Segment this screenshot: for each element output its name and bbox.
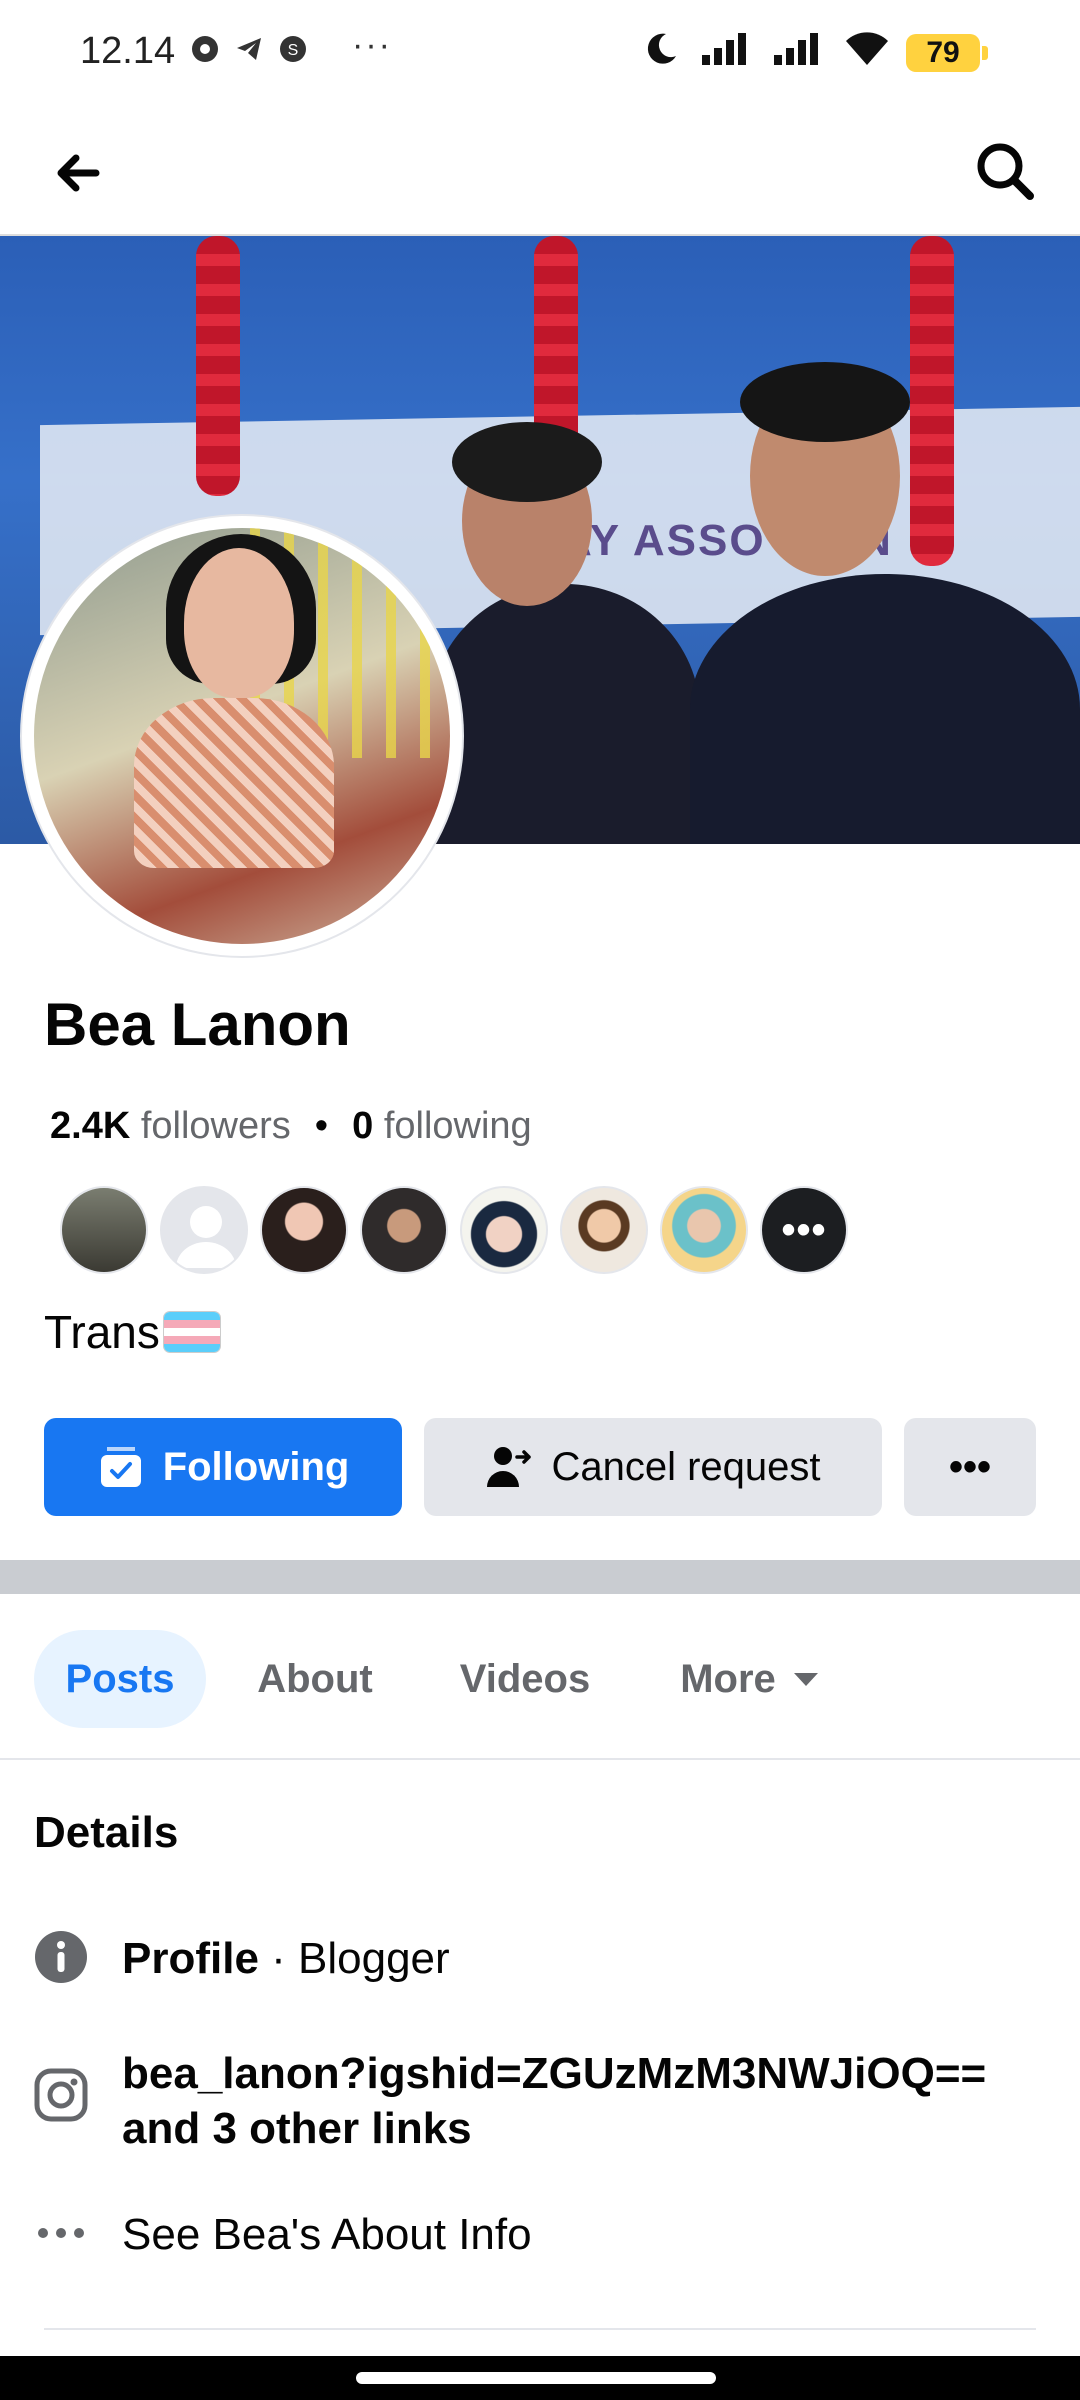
other-links[interactable]: and 3 other links bbox=[122, 2101, 986, 2156]
cover-garland bbox=[910, 236, 954, 566]
cover-person bbox=[690, 574, 1080, 844]
bio-text: Trans bbox=[44, 1306, 160, 1358]
follower-avatar[interactable] bbox=[60, 1186, 148, 1274]
following-button-label: Following bbox=[162, 1444, 350, 1489]
cover-person-hair bbox=[452, 422, 602, 502]
divider bbox=[44, 2328, 1036, 2330]
cover-person-hair bbox=[740, 362, 910, 442]
moon-icon bbox=[647, 33, 676, 64]
profile-stats: 2.4K followers • 0 following bbox=[50, 1105, 532, 1148]
caret-down-icon bbox=[793, 1673, 818, 1686]
follower-avatar[interactable] bbox=[360, 1186, 448, 1274]
status-notification-icons: S bbox=[190, 34, 308, 64]
battery-indicator: 79 bbox=[906, 34, 988, 72]
more-options-button[interactable]: ••• bbox=[904, 1418, 1036, 1516]
s-app-icon: S bbox=[280, 36, 306, 62]
signal-icon bbox=[774, 33, 818, 65]
follower-avatar[interactable] bbox=[460, 1186, 548, 1274]
cover-garland bbox=[196, 236, 240, 496]
transgender-flag-icon bbox=[163, 1312, 220, 1352]
tab-posts[interactable]: Posts bbox=[34, 1630, 206, 1728]
tab-about[interactable]: About bbox=[230, 1630, 400, 1728]
status-time: 12.14 bbox=[80, 30, 176, 72]
detail-profile-row: Profile · Blogger bbox=[34, 1930, 450, 1987]
svg-text:S: S bbox=[288, 42, 299, 59]
follower-avatar[interactable] bbox=[560, 1186, 648, 1274]
cover-person bbox=[430, 584, 700, 844]
following-link[interactable]: 0 following bbox=[352, 1105, 532, 1148]
tab-videos[interactable]: Videos bbox=[430, 1630, 620, 1728]
profile-bio: Trans bbox=[44, 1305, 220, 1359]
status-bar: 12.14 S ··· 79 bbox=[0, 0, 1080, 108]
see-about-info-row[interactable]: See Bea's About Info bbox=[34, 2206, 532, 2263]
profile-name: Bea Lanon bbox=[44, 991, 351, 1058]
profile-picture bbox=[34, 528, 450, 944]
followers-link[interactable]: 2.4K followers bbox=[50, 1105, 291, 1148]
cancel-request-button[interactable]: Cancel request bbox=[424, 1418, 882, 1516]
status-overflow-dots: ··· bbox=[352, 26, 392, 64]
chrome-icon bbox=[192, 36, 218, 62]
follower-avatar[interactable] bbox=[260, 1186, 348, 1274]
detail-links-row[interactable]: bea_lanon?igshid=ZGUzMzM3NWJiOQ== and 3 … bbox=[34, 2046, 1014, 2156]
follower-avatar[interactable] bbox=[660, 1186, 748, 1274]
more-followers-button[interactable]: ••• bbox=[760, 1186, 848, 1274]
profile-category-value: · Blogger bbox=[258, 1934, 450, 1983]
follower-avatar[interactable] bbox=[160, 1186, 248, 1274]
arrow-left-icon[interactable] bbox=[44, 138, 114, 208]
tab-more-label: More bbox=[680, 1656, 776, 1701]
profile-avatar[interactable] bbox=[22, 516, 462, 956]
gesture-navigation-bar bbox=[0, 2356, 1080, 2400]
info-icon bbox=[35, 1931, 87, 1983]
search-icon[interactable] bbox=[970, 136, 1040, 206]
section-divider bbox=[0, 1560, 1080, 1594]
home-indicator[interactable] bbox=[356, 2372, 716, 2384]
wifi-icon bbox=[846, 32, 888, 65]
telegram-icon bbox=[237, 38, 261, 60]
profile-category-label: Profile bbox=[122, 1934, 259, 1983]
cancel-request-label: Cancel request bbox=[551, 1444, 821, 1489]
feed-check-icon bbox=[100, 1447, 141, 1487]
top-navigation bbox=[0, 108, 1080, 236]
followers-avatars-row: ••• bbox=[60, 1186, 848, 1274]
instagram-icon bbox=[34, 2068, 88, 2122]
instagram-link[interactable]: bea_lanon?igshid=ZGUzMzM3NWJiOQ== bbox=[122, 2046, 986, 2101]
status-system-icons bbox=[642, 30, 890, 68]
ellipsis-icon: ••• bbox=[948, 1444, 991, 1489]
stats-separator: • bbox=[314, 1105, 329, 1147]
see-about-info-label: See Bea's About Info bbox=[122, 2210, 532, 2259]
tab-more[interactable]: More bbox=[650, 1630, 850, 1728]
details-heading: Details bbox=[34, 1808, 179, 1857]
ellipsis-horizontal-icon bbox=[38, 2228, 84, 2238]
person-arrow-icon bbox=[487, 1447, 532, 1487]
following-button[interactable]: Following bbox=[44, 1418, 402, 1516]
default-user-icon bbox=[176, 1206, 236, 1268]
signal-icon bbox=[702, 33, 746, 65]
profile-tabs: Posts About Videos More bbox=[0, 1594, 1080, 1760]
